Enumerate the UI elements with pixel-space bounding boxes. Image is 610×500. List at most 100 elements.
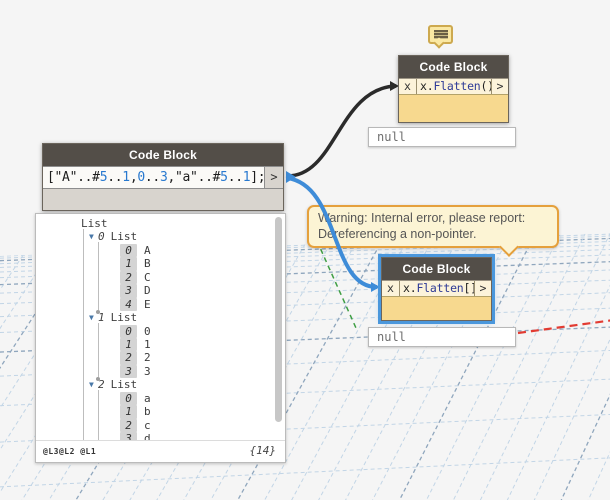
comment-text-lines-icon bbox=[433, 30, 448, 39]
list-group-row: ▼ 1 List bbox=[89, 311, 271, 324]
tree-guide-line bbox=[98, 390, 99, 440]
input-port-x[interactable]: x bbox=[382, 281, 400, 296]
code-block-node-flatten-parens[interactable]: Code Block x x.Flatten(); > bbox=[398, 55, 509, 123]
code-token: Flatten bbox=[433, 79, 481, 93]
item-value: A bbox=[144, 243, 151, 257]
code-token: 1 bbox=[122, 170, 130, 185]
expand-arrow-icon[interactable]: ▼ bbox=[89, 230, 98, 243]
code-editor[interactable]: x.Flatten(); bbox=[417, 79, 491, 94]
grid-line bbox=[558, 233, 610, 500]
node-header[interactable]: Code Block bbox=[399, 56, 508, 78]
code-block-node-flatten-brackets[interactable]: Code Block x x.Flatten[]; > bbox=[378, 254, 495, 324]
preview-value-null[interactable]: null bbox=[368, 327, 516, 347]
node-title: Code Block bbox=[419, 60, 488, 74]
tree-guide-dot bbox=[96, 309, 100, 314]
item-value: E bbox=[144, 297, 151, 311]
null-value-text: null bbox=[377, 130, 406, 144]
list-item: 2c bbox=[120, 418, 271, 433]
preview-value-null[interactable]: null bbox=[368, 127, 516, 147]
red-axis-line bbox=[517, 319, 610, 335]
group-label: List bbox=[110, 230, 138, 244]
output-port[interactable]: > bbox=[491, 79, 508, 94]
list-group-row: ▼ 2 List bbox=[89, 378, 271, 391]
item-value: 3 bbox=[144, 364, 151, 378]
item-index-badge: 2 bbox=[120, 418, 137, 433]
preview-footer: @L3@L2 @L1 {14} bbox=[36, 440, 285, 462]
code-editor[interactable]: x.Flatten[]; bbox=[400, 281, 474, 296]
list-root: List bbox=[81, 217, 108, 230]
list-item: 3D bbox=[120, 284, 271, 298]
output-port[interactable]: > bbox=[264, 167, 283, 188]
item-value: C bbox=[144, 270, 151, 284]
item-index-badge: 4 bbox=[120, 297, 137, 312]
item-index-badge: 2 bbox=[120, 270, 137, 285]
item-count-badge: {14} bbox=[249, 444, 277, 457]
list-item: 1B bbox=[120, 257, 271, 271]
code-token: 5 bbox=[220, 170, 228, 185]
item-index-badge: 3 bbox=[120, 284, 137, 298]
list-item: 1b bbox=[120, 405, 271, 419]
item-value: d bbox=[144, 432, 151, 440]
list-item: 00 bbox=[120, 324, 271, 338]
node-title: Code Block bbox=[128, 148, 197, 162]
item-value: B bbox=[144, 257, 151, 271]
item-index-badge: 2 bbox=[120, 351, 137, 365]
list-item: 0A bbox=[120, 243, 271, 258]
null-value-text: null bbox=[377, 330, 406, 344]
node-header[interactable]: Code Block bbox=[382, 258, 491, 280]
preview-scrollbar[interactable] bbox=[275, 217, 282, 422]
code-token: ,"a"..# bbox=[167, 170, 221, 185]
code-token: .. bbox=[144, 170, 160, 185]
item-index-badge: 0 bbox=[120, 391, 137, 406]
code-token: ["A"..# bbox=[47, 170, 100, 185]
workspace-canvas[interactable]: Warning: Internal error, please report: … bbox=[0, 0, 610, 500]
code-token: x. bbox=[420, 79, 434, 93]
item-index-badge: 0 bbox=[120, 243, 137, 258]
group-label: List bbox=[110, 311, 138, 325]
item-value: 1 bbox=[144, 337, 151, 351]
code-token: Flatten bbox=[416, 281, 464, 295]
item-index-badge: 1 bbox=[120, 405, 137, 419]
list-item: 0a bbox=[120, 391, 271, 406]
list-group-row: ▼ 0 List bbox=[89, 230, 271, 243]
group-label: List bbox=[110, 378, 138, 392]
green-axis-line bbox=[316, 240, 357, 329]
item-value: b bbox=[144, 405, 151, 419]
item-value: D bbox=[144, 284, 151, 298]
item-index-badge: 0 bbox=[120, 324, 137, 338]
list-item: 33 bbox=[120, 364, 271, 379]
list-item: 11 bbox=[120, 337, 271, 352]
item-index-badge: 1 bbox=[120, 257, 137, 271]
warning-tooltip: Warning: Internal error, please report: … bbox=[307, 205, 559, 257]
item-index-badge: 3 bbox=[120, 432, 137, 440]
code-block-node-source[interactable]: Code Block ["A"..#5..1,0..3,"a"..#5..1];… bbox=[42, 143, 284, 211]
list-item: 4E bbox=[120, 297, 271, 312]
tree-guide-dot bbox=[96, 376, 100, 381]
comment-bubble-icon[interactable] bbox=[428, 25, 453, 49]
item-index-badge: 1 bbox=[120, 337, 137, 352]
code-token: 0 bbox=[137, 170, 145, 185]
item-index-badge: 3 bbox=[120, 364, 137, 379]
code-editor[interactable]: ["A"..#5..1,0..3,"a"..#5..1]; bbox=[43, 167, 264, 188]
warning-line-1: Warning: Internal error, please report: bbox=[318, 211, 526, 225]
item-value: 2 bbox=[144, 351, 151, 365]
code-token: (); bbox=[480, 79, 491, 93]
output-port[interactable]: > bbox=[474, 281, 491, 296]
node-header[interactable]: Code Block bbox=[43, 144, 283, 166]
list-item: 2C bbox=[120, 270, 271, 285]
list-preview-bubble[interactable]: List ▼ 0 List 0 A 1 B 2 C 3 D 4 E ▼ 1 List 0 0 1 1 2 2 3 3 ▼ 2 List… bbox=[35, 213, 286, 463]
item-value: 0 bbox=[144, 324, 151, 338]
tree-guide-line bbox=[98, 323, 99, 377]
code-token: []; bbox=[463, 281, 474, 295]
code-token: ]; bbox=[250, 170, 264, 185]
item-value: a bbox=[144, 391, 151, 405]
list-item: 3d bbox=[120, 432, 271, 440]
list-levels-label[interactable]: @L3@L2 @L1 bbox=[43, 447, 96, 456]
node-title: Code Block bbox=[402, 262, 471, 276]
code-token: .. bbox=[107, 170, 123, 185]
code-token: .. bbox=[227, 170, 243, 185]
tree-guide-line bbox=[83, 229, 84, 440]
list-item: 22 bbox=[120, 351, 271, 365]
tree-guide-line bbox=[98, 242, 99, 310]
input-port-x[interactable]: x bbox=[399, 79, 417, 94]
